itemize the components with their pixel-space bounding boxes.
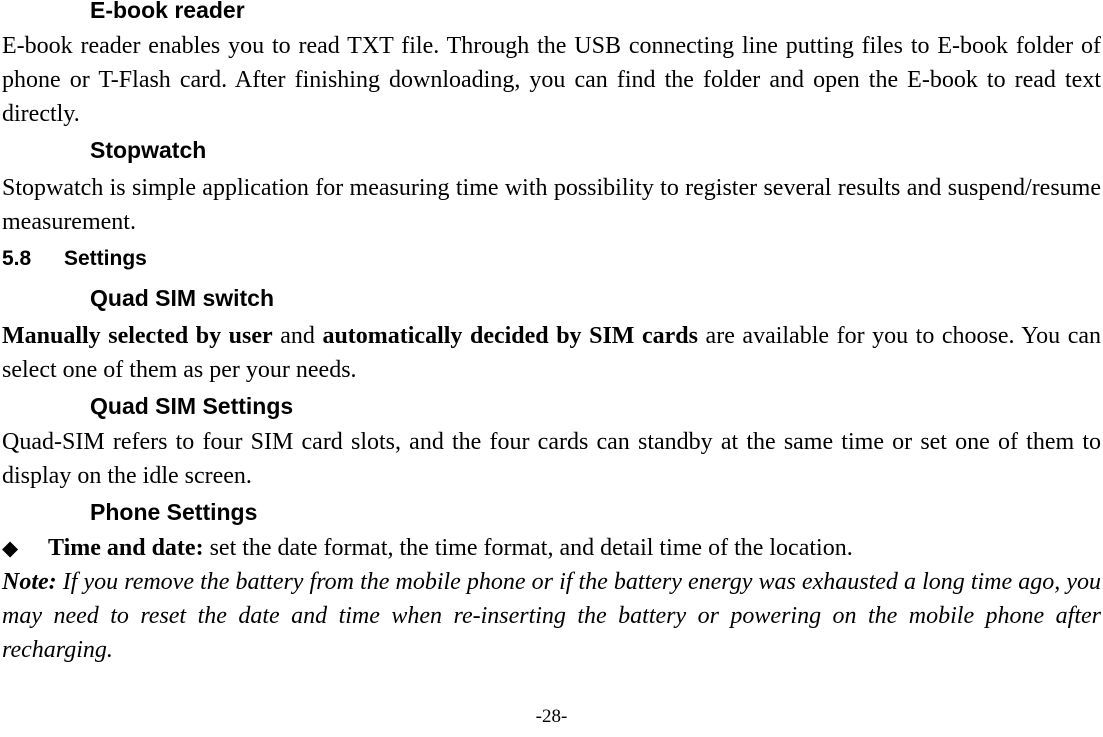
heading-settings-number: 5.8 <box>2 247 32 270</box>
paragraph-stopwatch: Stopwatch is simple application for meas… <box>2 175 1101 235</box>
heading-settings: 5.8 Settings <box>2 245 1101 273</box>
note-block: Note: If you remove the battery from the… <box>2 565 1101 667</box>
quad-sim-switch-plain-and: and <box>272 323 323 349</box>
page-number: -28- <box>535 706 568 727</box>
diamond-bullet-icon: ◆ <box>2 536 19 560</box>
list-item-time-and-date-text: Time and date: set the date format, the … <box>48 531 853 565</box>
heading-quad-sim-switch: Quad SIM switch <box>90 285 275 311</box>
list-item-time-and-date-description: set the date format, the time format, an… <box>203 535 853 561</box>
paragraph-quad-sim-settings: Quad-SIM refers to four SIM card slots, … <box>2 429 1101 489</box>
heading-settings-label: Settings <box>64 247 147 270</box>
heading-stopwatch: Stopwatch <box>90 137 207 163</box>
paragraph-quad-sim-switch: Manually selected by user and automatica… <box>2 319 1101 387</box>
list-item-time-and-date: ◆ Time and date: set the date format, th… <box>2 531 1101 565</box>
paragraph-ebook-reader: E-book reader enables you to read TXT fi… <box>2 33 1101 127</box>
list-item-time-and-date-label: Time and date: <box>48 535 204 561</box>
heading-ebook-reader: E-book reader <box>90 0 245 23</box>
document-page: E-book reader E-book reader enables you … <box>0 0 1103 732</box>
quad-sim-switch-bold-automatic: automatically decided by SIM cards <box>322 323 698 349</box>
quad-sim-switch-bold-manual: Manually selected by user <box>2 323 273 349</box>
note-lead-label: Note: <box>2 569 57 595</box>
heading-quad-sim-settings: Quad SIM Settings <box>90 393 294 419</box>
heading-phone-settings: Phone Settings <box>90 499 258 525</box>
note-body-text: If you remove the battery from the mobil… <box>2 569 1101 663</box>
